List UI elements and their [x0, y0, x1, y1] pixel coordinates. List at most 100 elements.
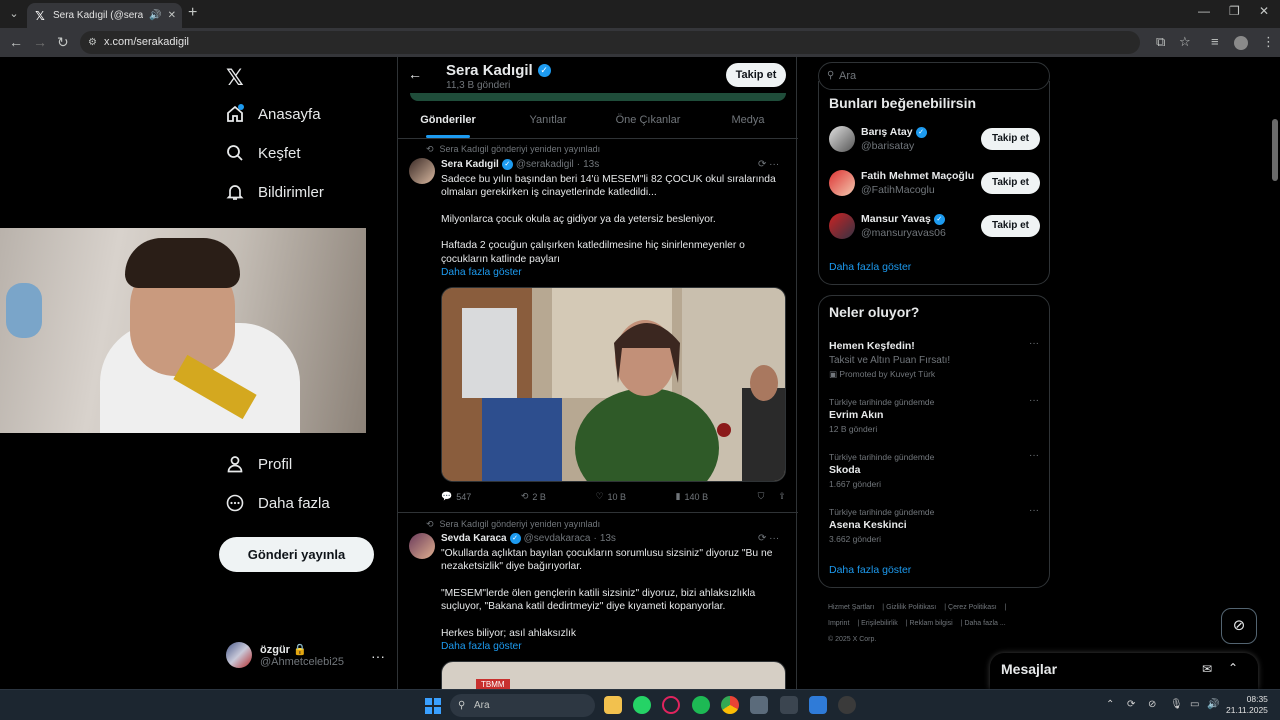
tab-posts[interactable]: Gönderiler — [398, 101, 498, 138]
follow-button[interactable]: Takip et — [981, 172, 1040, 194]
follow-button[interactable]: Takip et — [981, 215, 1040, 237]
network-icon[interactable]: ▭ — [1190, 699, 1199, 710]
tab-highlights[interactable]: Öne Çıkanlar — [598, 101, 698, 138]
post-time[interactable]: 13s — [583, 159, 599, 170]
footer-link[interactable]: Hizmet Şartları — [828, 604, 874, 611]
show-more-link[interactable]: Daha fazla göster — [441, 266, 786, 279]
bookmark-share[interactable]: ⛉ ⇪ — [758, 491, 786, 502]
nav-explore[interactable]: Keşfet — [226, 144, 301, 162]
footer-link[interactable]: Çerez Politikası — [948, 604, 997, 611]
tab-replies[interactable]: Yanıtlar — [498, 101, 598, 138]
nav-profile[interactable]: Profil — [226, 455, 292, 473]
footer-link[interactable]: Reklam bilgisi — [910, 620, 953, 627]
messages-drawer[interactable]: Mesajlar ✉ ⌃ — [990, 653, 1258, 689]
forward-icon[interactable]: → — [33, 34, 47, 50]
post-more-icon[interactable]: ⟳ ··· — [758, 533, 779, 544]
tab-list-dropdown-icon[interactable]: ⌄ — [5, 5, 23, 23]
app-icon[interactable] — [838, 696, 856, 714]
suggestion-row[interactable]: Barış Atay ✓ @barisatay Takip et — [829, 124, 1041, 154]
nav-home[interactable]: Anasayfa — [226, 105, 321, 123]
post-handle[interactable]: @sevdakaraca — [524, 533, 591, 544]
url-bar[interactable]: ⚙ x.com/serakadigil — [80, 31, 1140, 54]
nav-notifications[interactable]: Bildirimler — [226, 183, 324, 201]
back-arrow-icon[interactable]: ← — [408, 66, 422, 82]
trend-more-icon[interactable]: ··· — [1029, 338, 1039, 349]
account-switcher[interactable]: özgür 🔒 @Ahmetcelebi25 ··· — [226, 642, 385, 668]
avatar[interactable] — [409, 158, 435, 184]
account-more-icon[interactable]: ··· — [371, 648, 385, 664]
new-message-icon[interactable]: ✉ — [1202, 662, 1212, 676]
speaker-icon[interactable]: 🔊 — [149, 10, 161, 21]
like-button[interactable]: ♡ 10 B — [595, 491, 626, 502]
show-more-link[interactable]: Daha fazla göster — [829, 564, 911, 576]
grok-icon[interactable]: ⊘ — [1221, 608, 1257, 644]
media-control-icon[interactable]: ≡ — [1211, 34, 1219, 49]
show-more-link[interactable]: Daha fazla göster — [441, 640, 786, 653]
trend-item[interactable]: Türkiye tarihinde gündemde Skoda 1.667 g… — [829, 450, 1041, 489]
post-button[interactable]: Gönderi yayınla — [219, 537, 374, 572]
microphone-app-icon[interactable] — [780, 696, 798, 714]
minimize-icon[interactable]: — — [1198, 4, 1210, 18]
file-explorer-icon[interactable] — [604, 696, 622, 714]
back-icon[interactable]: ← — [9, 34, 23, 50]
trend-more-icon[interactable]: ··· — [1029, 450, 1039, 461]
restore-icon[interactable]: ❐ — [1229, 4, 1240, 18]
windows-start-icon[interactable] — [425, 698, 441, 714]
avatar[interactable] — [409, 533, 435, 559]
post-author[interactable]: Sevda Karaca — [441, 533, 507, 544]
footer-link[interactable]: Daha fazla ... — [964, 620, 1005, 627]
new-tab-icon[interactable]: + — [188, 4, 197, 22]
nav-more[interactable]: Daha fazla — [226, 494, 330, 512]
suggestion-row[interactable]: Mansur Yavaş ✓ @mansuryavas06 Takip et — [829, 211, 1041, 241]
close-tab-icon[interactable]: ✕ — [168, 10, 176, 21]
browser-tab[interactable]: 𝕏 Sera Kadıgil (@serakadigil) / X 🔊 ✕ — [27, 3, 182, 28]
tab-media[interactable]: Medya — [698, 101, 798, 138]
post-time[interactable]: 13s — [600, 533, 616, 544]
whatsapp-icon[interactable] — [633, 696, 651, 714]
post-author[interactable]: Sera Kadıgil — [441, 159, 499, 170]
views-button[interactable]: ▮ 140 B — [676, 491, 708, 502]
trend-item[interactable]: Hemen Keşfedin! Taksit ve Altın Puan Fır… — [829, 338, 1041, 380]
post-media[interactable]: TBMM — [441, 661, 786, 689]
follow-button[interactable]: Takip et — [981, 128, 1040, 150]
trend-more-icon[interactable]: ··· — [1029, 505, 1039, 516]
scrollbar-thumb[interactable] — [1272, 119, 1278, 181]
profile-avatar-icon[interactable] — [1234, 36, 1248, 50]
scrollbar[interactable] — [1271, 57, 1279, 689]
post-video[interactable] — [441, 287, 786, 482]
mic-icon[interactable]: 🎙 — [1170, 699, 1183, 710]
post-more-icon[interactable]: ⟳ ··· — [758, 159, 779, 170]
spotify-icon[interactable] — [692, 696, 710, 714]
install-app-icon[interactable]: ⧉ — [1156, 34, 1165, 50]
taskbar-search[interactable]: ⚲ Ara — [450, 694, 595, 717]
reload-icon[interactable]: ↻ — [57, 34, 69, 51]
show-more-link[interactable]: Daha fazla göster — [829, 261, 911, 273]
follow-button[interactable]: Takip et — [726, 63, 786, 87]
suggestion-row[interactable]: Fatih Mehmet Maçoğlu @FatihMacoglu Takip… — [829, 168, 1041, 198]
footer-link[interactable]: Erişilebilirlik — [861, 620, 898, 627]
chrome-icon[interactable] — [721, 696, 739, 714]
site-info-icon[interactable]: ⚙ — [88, 31, 97, 54]
footer-link[interactable]: Gizlilik Politikası — [886, 604, 936, 611]
post-handle[interactable]: @serakadigil — [516, 159, 574, 170]
hidden-tray-icon[interactable]: ⊘ — [1148, 699, 1156, 710]
browser-menu-icon[interactable]: ⋮ — [1262, 34, 1275, 50]
volume-icon[interactable]: 🔊 — [1207, 699, 1219, 710]
expand-icon[interactable]: ⌃ — [1228, 661, 1238, 675]
taskbar-clock[interactable]: 08:35 21.11.2025 — [1226, 694, 1268, 716]
app-icon[interactable] — [809, 696, 827, 714]
footer-link[interactable]: Imprint — [828, 620, 849, 627]
camera-icon[interactable] — [750, 696, 768, 714]
x-logo-icon[interactable]: 𝕏 — [226, 65, 244, 91]
post-header: Sevda Karaca ✓ @sevdakaraca · 13s — [441, 533, 616, 544]
trend-item[interactable]: Türkiye tarihinde gündemde Evrim Akın 12… — [829, 395, 1041, 434]
close-window-icon[interactable]: ✕ — [1259, 4, 1269, 18]
opera-icon[interactable] — [662, 696, 680, 714]
repost-button[interactable]: ⟲ 2 B — [521, 491, 546, 502]
tray-overflow-icon[interactable]: ⌃ — [1106, 699, 1114, 710]
bookmark-star-icon[interactable]: ☆ — [1179, 34, 1191, 50]
sync-icon[interactable]: ⟳ — [1127, 699, 1135, 710]
trend-item[interactable]: Türkiye tarihinde gündemde Asena Keskinc… — [829, 505, 1041, 544]
trend-more-icon[interactable]: ··· — [1029, 395, 1039, 406]
reply-button[interactable]: 💬 547 — [441, 491, 471, 502]
